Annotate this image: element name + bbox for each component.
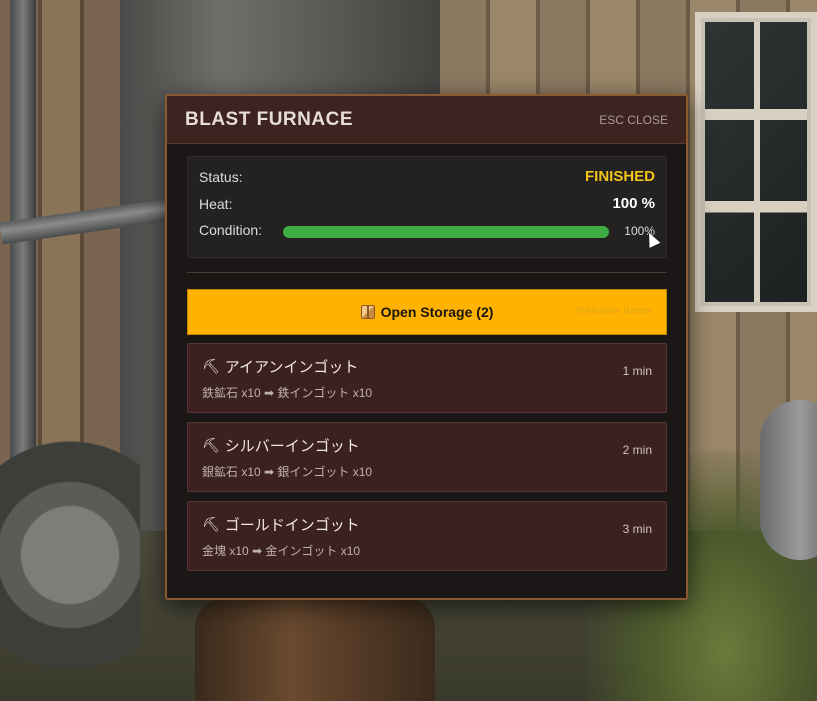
recipe-time: 3 min <box>622 522 652 536</box>
recipe-name: アイアンインゴット <box>224 359 359 376</box>
condition-bar-fill <box>283 226 609 238</box>
recipe-time: 2 min <box>622 443 652 457</box>
recipe-io: 銀鉱石 x10 ➡ 銀インゴット x10 <box>202 465 373 479</box>
status-row: Status: FINISHED <box>199 168 655 185</box>
open-storage-label: Open Storage (2) <box>380 304 494 320</box>
heat-label: Heat: <box>199 195 233 212</box>
recipe-name: ゴールドインゴット <box>224 517 360 534</box>
status-value: FINISHED <box>584 168 655 185</box>
pickaxe-icon: ⛏ <box>202 437 220 454</box>
open-storage-content: Open Storage (2) <box>360 304 494 320</box>
divider <box>187 272 667 273</box>
condition-bar <box>283 226 609 238</box>
pickaxe-icon: ⛏ <box>202 516 220 533</box>
recipe-title: ⛏ ゴールドインゴット <box>202 514 360 535</box>
recipe-title: ⛏ シルバーインゴット <box>202 435 360 456</box>
panel-header: BLAST FURNACE ESC CLOSE <box>167 96 686 144</box>
gear-right <box>760 400 817 560</box>
building-window <box>695 12 817 312</box>
retrieve-items-button[interactable]: Retrieve Items <box>577 305 652 317</box>
open-storage-button[interactable]: Open Storage (2) Retrieve Items <box>187 289 667 335</box>
pickaxe-icon: ⛏ <box>202 358 220 375</box>
player-character <box>195 598 435 701</box>
blast-furnace-panel: BLAST FURNACE ESC CLOSE Status: FINISHED… <box>165 94 688 600</box>
recipe-title: ⛏ アイアンインゴット <box>202 356 358 377</box>
status-label: Status: <box>199 168 243 185</box>
recipe-io: 金塊 x10 ➡ 金インゴット x10 <box>202 544 361 558</box>
condition-label: Condition: <box>199 222 263 238</box>
machine-wheel <box>0 410 140 700</box>
recipe-time: 1 min <box>622 364 652 378</box>
recipe-item-iron[interactable]: ⛏ アイアンインゴット 鉄鉱石 x10 ➡ 鉄インゴット x10 1 min <box>187 343 667 413</box>
recipe-name: シルバーインゴット <box>224 438 360 455</box>
condition-row: Condition: 100% <box>199 222 655 238</box>
recipe-item-gold[interactable]: ⛏ ゴールドインゴット 金塊 x10 ➡ 金インゴット x10 3 min <box>187 501 667 571</box>
recipe-io: 鉄鉱石 x10 ➡ 鉄インゴット x10 <box>202 386 373 400</box>
box-icon <box>360 305 375 319</box>
close-button[interactable]: ESC CLOSE <box>599 113 668 127</box>
heat-value: 100 % <box>612 195 655 212</box>
panel-title: BLAST FURNACE <box>185 108 353 130</box>
heat-row: Heat: 100 % <box>199 195 655 212</box>
status-box: Status: FINISHED Heat: 100 % Condition: … <box>187 156 667 258</box>
recipe-item-silver[interactable]: ⛏ シルバーインゴット 銀鉱石 x10 ➡ 銀インゴット x10 2 min <box>187 422 667 492</box>
